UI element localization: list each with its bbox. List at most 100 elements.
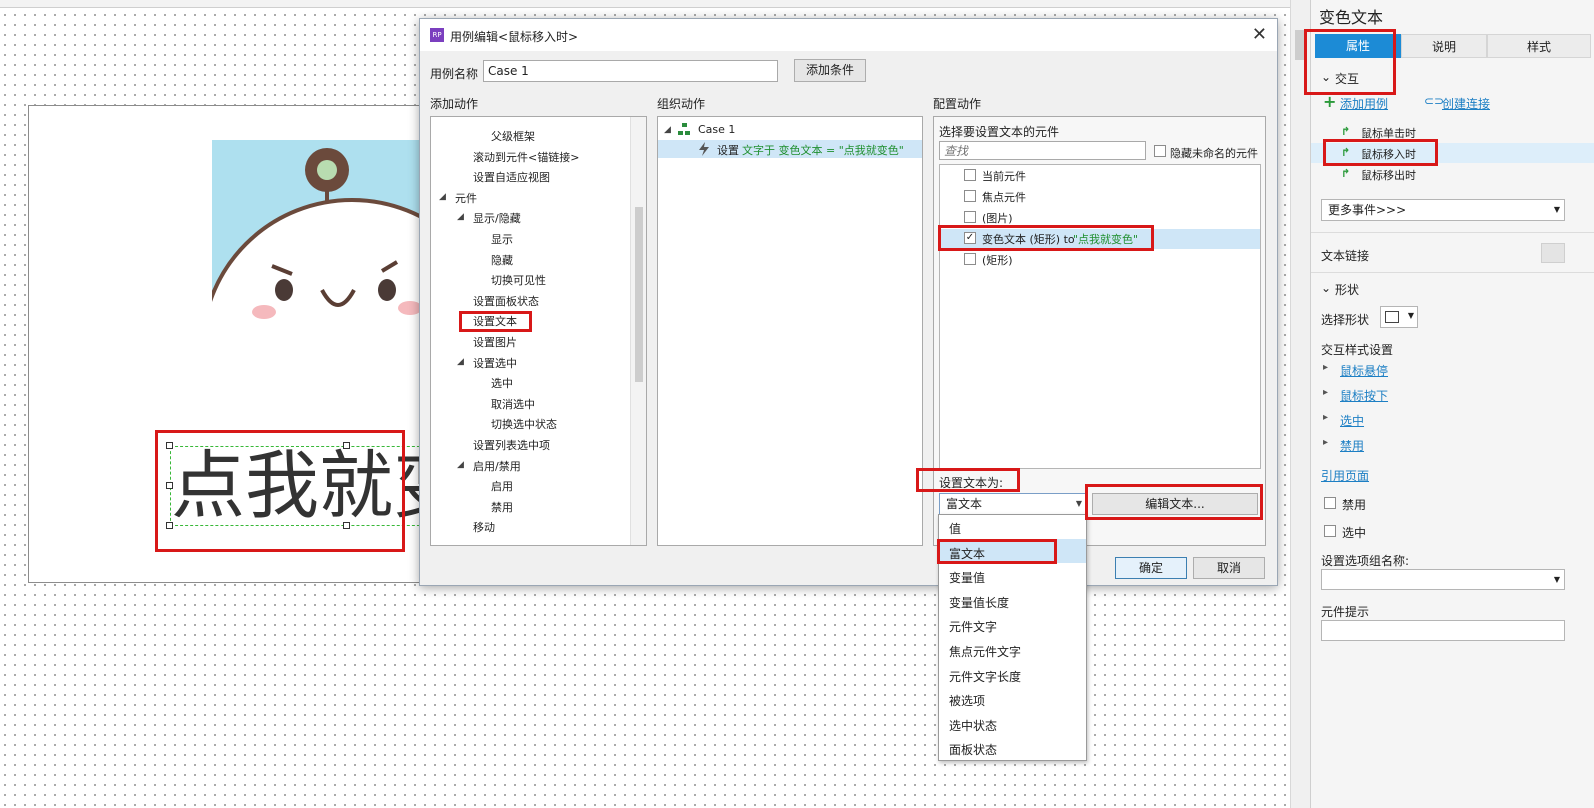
resize-handle[interactable] <box>166 522 173 529</box>
interaction-style-link[interactable]: 鼠标悬停 <box>1340 362 1388 379</box>
expand-triangle-icon[interactable]: ◢ <box>664 125 671 135</box>
selected-checkbox[interactable] <box>1324 525 1336 537</box>
resize-handle[interactable] <box>166 442 173 449</box>
edit-text-button[interactable]: 编辑文本... <box>1092 493 1258 515</box>
tab-notes[interactable]: 说明 <box>1401 34 1487 58</box>
mascot-image[interactable] <box>212 140 432 320</box>
shape-picker[interactable]: ▼ <box>1380 306 1418 328</box>
action-tree-item[interactable]: 显示/隐藏 <box>473 210 521 226</box>
action-tree-item[interactable]: 设置面板状态 <box>473 293 539 309</box>
create-link-link[interactable]: 创建连接 <box>1442 95 1490 112</box>
ok-button[interactable]: 确定 <box>1115 557 1187 579</box>
color-text-widget[interactable]: 点我就变色 <box>170 446 430 526</box>
widget-checkbox[interactable]: ✓ <box>964 232 976 244</box>
dropdown-option[interactable]: 富文本 <box>949 545 985 562</box>
dropdown-option[interactable]: 变量值长度 <box>949 594 1009 611</box>
case-editor-dialog: RP 用例编辑<鼠标移入时> ✕ 用例名称 Case 1 添加条件 添加动作 组… <box>419 18 1278 586</box>
set-text-type-select[interactable]: 富文本 ▼ <box>939 493 1087 515</box>
action-tree-item[interactable]: 设置图片 <box>473 334 517 350</box>
action-tree-item[interactable]: 切换选中状态 <box>491 416 557 432</box>
widget-checkbox[interactable] <box>964 211 976 223</box>
widget-label[interactable]: 当前元件 <box>982 168 1026 184</box>
widget-label[interactable]: 变色文本 (矩形) to <box>982 231 1075 247</box>
action-tree-item[interactable]: 隐藏 <box>491 252 513 268</box>
option-group-select[interactable]: ▼ <box>1321 569 1565 590</box>
canvas-scrollbar[interactable] <box>1290 0 1310 808</box>
add-action-tree[interactable]: 父级框架滚动到元件<锚链接> 设置自适应视图 ◢ 元件 ◢ 显示/隐藏显示隐藏切换可见性设… <box>430 116 647 546</box>
expand-triangle-icon[interactable]: ◢ <box>457 212 464 222</box>
interaction-style-link[interactable]: 选中 <box>1340 412 1364 429</box>
resize-handle[interactable] <box>343 442 350 449</box>
add-case-link[interactable]: 添加用例 <box>1340 95 1388 112</box>
action-tree-item[interactable]: 显示 <box>491 231 513 247</box>
tab-properties[interactable]: 属性 <box>1315 34 1401 58</box>
interaction-style-link[interactable]: 禁用 <box>1340 437 1364 454</box>
case-name-input[interactable]: Case 1 <box>483 60 778 82</box>
chevron-down-icon[interactable]: ⌄ <box>1321 70 1331 84</box>
hide-unnamed-checkbox[interactable] <box>1154 145 1166 157</box>
dropdown-option[interactable]: 变量值 <box>949 569 985 586</box>
expand-triangle-icon[interactable]: ◢ <box>439 192 446 202</box>
widget-label[interactable]: (矩形) <box>982 252 1013 268</box>
tab-style[interactable]: 样式 <box>1487 34 1591 58</box>
action-tree-item[interactable]: 父级框架 <box>491 128 535 144</box>
event-icon: ↱ <box>1341 146 1351 159</box>
close-icon[interactable]: ✕ <box>1252 24 1267 45</box>
action-tree-item[interactable]: 滚动到元件<锚链接> <box>473 149 579 165</box>
action-tree-item[interactable]: 启用/禁用 <box>473 458 521 474</box>
text-link-label: 文本链接 <box>1321 249 1370 263</box>
action-tree-item[interactable]: 设置文本 <box>473 313 517 329</box>
expand-triangle-icon[interactable]: ◢ <box>457 357 464 367</box>
tree-scrollbar[interactable] <box>630 117 646 545</box>
dropdown-option[interactable]: 值 <box>949 520 961 537</box>
resize-handle[interactable] <box>343 522 350 529</box>
expand-triangle-icon[interactable]: ◢ <box>457 460 464 470</box>
action-tree-item[interactable]: 取消选中 <box>491 396 535 412</box>
reference-page-link[interactable]: 引用页面 <box>1321 467 1369 484</box>
add-condition-button[interactable]: 添加条件 <box>794 59 866 82</box>
action-tree-item[interactable]: 设置自适应视图 <box>473 169 550 185</box>
widget-search-input[interactable] <box>939 141 1146 160</box>
tree-scrollbar-thumb[interactable] <box>635 207 643 382</box>
more-events-label: 更多事件>>> <box>1328 203 1407 217</box>
action-tree-item[interactable]: 切换可见性 <box>491 272 546 288</box>
lightning-icon <box>699 142 709 156</box>
organize-action-panel[interactable]: ◢ Case 1 设置 文字于 变色文本 = "点我就变色" <box>657 116 923 546</box>
resize-handle[interactable] <box>166 482 173 489</box>
scrollbar-thumb[interactable] <box>1295 30 1306 60</box>
interaction-header[interactable]: 交互 <box>1335 70 1359 87</box>
dropdown-option[interactable]: 面板状态 <box>949 741 997 758</box>
action-tree-item[interactable]: 设置选中 <box>473 355 517 371</box>
dropdown-option[interactable]: 焦点元件文字 <box>949 643 1021 660</box>
action-tree-item[interactable]: 禁用 <box>491 499 513 515</box>
action-tree-item[interactable]: 启用 <box>491 478 513 494</box>
widget-checkbox[interactable] <box>964 190 976 202</box>
action-tree-item[interactable]: 选中 <box>491 375 513 391</box>
action-tree-item[interactable]: 移动 <box>473 519 495 535</box>
dropdown-option[interactable]: 选中状态 <box>949 717 997 734</box>
widget-label[interactable]: 焦点元件 <box>982 189 1026 205</box>
action-tree-item[interactable]: 元件 <box>455 190 477 206</box>
event-item[interactable]: 鼠标移入时 <box>1361 146 1416 162</box>
disabled-checkbox[interactable] <box>1324 497 1336 509</box>
cancel-button[interactable]: 取消 <box>1193 557 1265 579</box>
tooltip-input[interactable] <box>1321 620 1565 641</box>
case-label[interactable]: Case 1 <box>698 123 735 136</box>
widget-list[interactable]: 当前元件 焦点元件 (图片) ✓ 变色文本 (矩形) to "点我就变色" (矩形) <box>939 164 1261 469</box>
widget-name-title[interactable]: 变色文本 <box>1319 4 1383 28</box>
event-item[interactable]: 鼠标移出时 <box>1361 167 1416 183</box>
interaction-style-link[interactable]: 鼠标按下 <box>1340 387 1388 404</box>
widget-checkbox[interactable] <box>964 169 976 181</box>
dropdown-option[interactable]: 被选项 <box>949 692 985 709</box>
shape-header[interactable]: 形状 <box>1335 281 1359 298</box>
widget-label[interactable]: (图片) <box>982 210 1013 226</box>
widget-checkbox[interactable] <box>964 253 976 265</box>
dropdown-option[interactable]: 元件文字长度 <box>949 668 1021 685</box>
chevron-down-icon[interactable]: ⌄ <box>1321 281 1331 295</box>
event-item[interactable]: 鼠标单击时 <box>1361 125 1416 141</box>
dropdown-option[interactable]: 元件文字 <box>949 618 997 635</box>
action-tree-item[interactable]: 设置列表选中项 <box>473 437 550 453</box>
text-link-button[interactable] <box>1541 243 1565 263</box>
more-events-select[interactable]: 更多事件>>> ▼ <box>1321 199 1565 221</box>
action-row[interactable]: 设置 文字于 变色文本 = "点我就变色" <box>658 140 922 158</box>
